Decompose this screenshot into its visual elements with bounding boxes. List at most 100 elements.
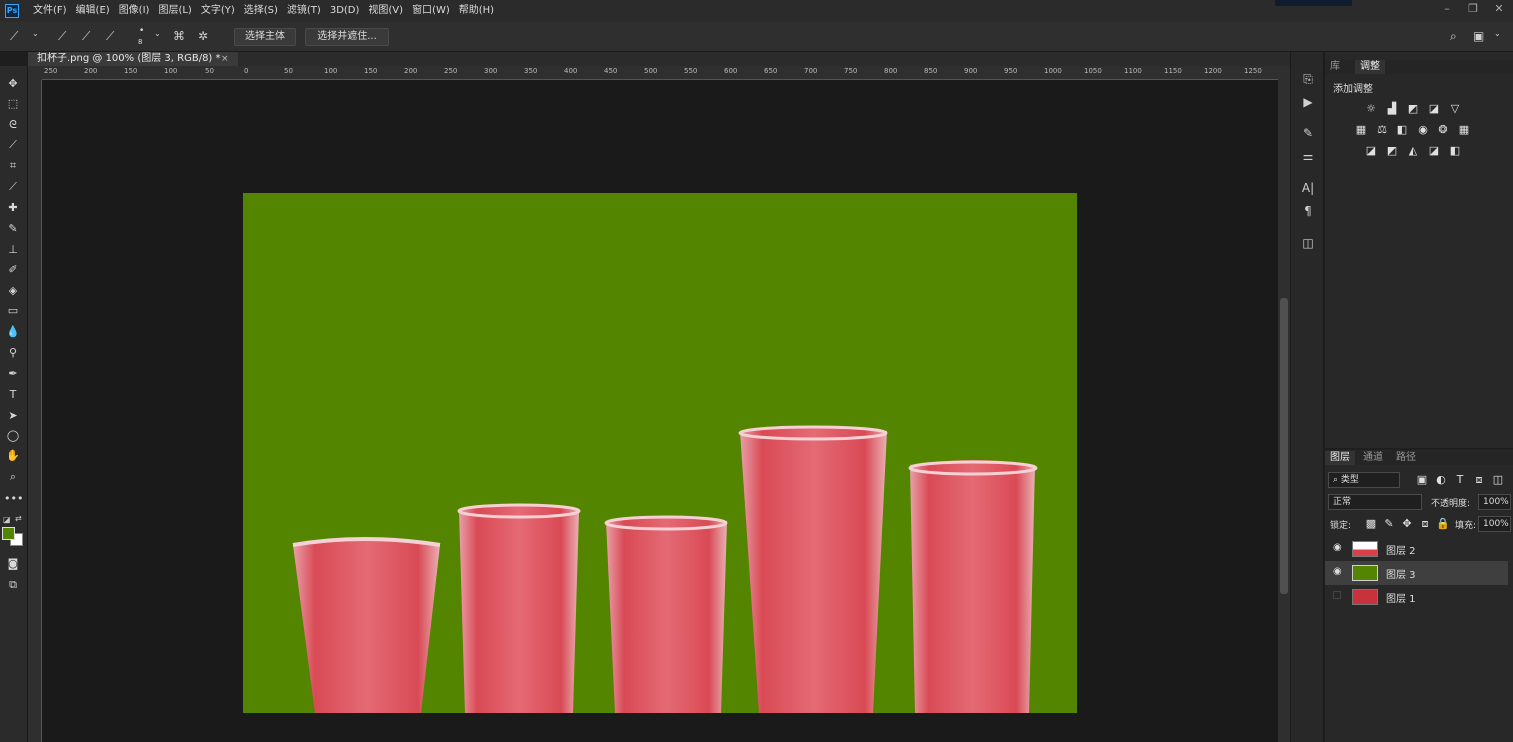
brush-chevron-icon[interactable]: ⌄ [154,29,161,38]
lock-all-icon[interactable]: 🔒 [1436,518,1450,530]
menu-type[interactable]: 文字(Y) [201,0,235,22]
menu-edit[interactable]: 编辑(E) [76,0,110,22]
new-selection-icon[interactable]: ⟋ [58,29,66,44]
filter-adjustment-icon[interactable]: ◐ [1435,474,1447,486]
character-panel-icon[interactable]: A| [1299,179,1317,197]
actions-play-icon[interactable]: ▶ [1299,93,1317,111]
more-tools-icon[interactable]: ••• [4,490,23,508]
blend-mode-select[interactable]: 正常 [1328,494,1422,510]
layer-row-selected[interactable]: ◉ 图层 3 [1325,561,1508,585]
visibility-eye-icon[interactable]: ◉ [1333,567,1343,577]
filter-shape-icon[interactable]: ⧈ [1473,474,1485,486]
curves-icon[interactable]: ◩ [1407,103,1419,115]
brush-tool-icon[interactable]: ✎ [4,220,22,238]
close-tab-icon[interactable]: × [221,52,229,66]
select-subject-button[interactable]: 选择主体 [234,28,296,46]
menu-layer[interactable]: 图层(L) [158,0,191,22]
default-colors-icon[interactable]: ◪ [3,515,11,524]
tab-paths[interactable]: 路径 [1391,451,1421,465]
brush-size[interactable]: 8 [138,38,142,46]
lock-transparent-icon[interactable]: ▩ [1365,518,1377,530]
dodge-tool-icon[interactable]: ⚲ [4,344,22,362]
blur-tool-icon[interactable]: 💧 [4,323,22,341]
pen-tool-icon[interactable]: ✒ [4,365,22,383]
lasso-tool-icon[interactable]: ᘓ [4,116,22,134]
menu-image[interactable]: 图像(I) [119,0,150,22]
close-window-icon[interactable]: ✕ [1493,2,1505,16]
threshold-icon[interactable]: ◭ [1407,145,1419,157]
layer-row[interactable]: ◉ 图层 2 [1325,537,1508,561]
exposure-icon[interactable]: ◪ [1428,103,1440,115]
filter-pixel-icon[interactable]: ▣ [1416,474,1428,486]
color-balance-icon[interactable]: ⚖ [1376,124,1388,136]
ellipse-tool-icon[interactable]: ◯ [4,427,22,445]
posterize-icon[interactable]: ◩ [1386,145,1398,157]
visibility-off-box[interactable] [1333,591,1341,599]
sample-all-layers-icon[interactable]: ⌘ [173,29,185,43]
zoom-tool-icon[interactable]: ⌕ [4,468,22,486]
document-canvas[interactable] [243,193,1077,713]
workspace-icon[interactable]: ▣ [1473,29,1484,43]
subtract-selection-icon[interactable]: ⟋ [106,29,114,44]
enhance-edge-icon[interactable]: ✲ [198,29,208,43]
adjust-sliders-icon[interactable]: ⚌ [1299,147,1317,165]
filter-type-icon[interactable]: T [1454,474,1466,486]
glyphs-panel-icon[interactable]: ◫ [1299,234,1317,252]
workspace-chevron-icon[interactable]: ⌄ [1494,29,1501,38]
invert-icon[interactable]: ◪ [1365,145,1377,157]
history-panel-icon[interactable]: ⎘ [1299,70,1317,88]
add-to-selection-icon[interactable]: ⟋ [82,29,90,44]
clone-stamp-tool-icon[interactable]: ⊥ [4,241,22,259]
tab-libraries[interactable]: 库 [1325,60,1345,74]
path-selection-tool-icon[interactable]: ➤ [4,407,22,425]
tool-preset-chevron-icon[interactable]: ⌄ [32,29,39,38]
screen-mode-icon[interactable]: ⧉ [4,576,22,594]
crop-tool-icon[interactable]: ⌗ [4,157,22,175]
search-icon[interactable]: ⌕ [1450,29,1457,44]
history-brush-tool-icon[interactable]: ✐ [4,261,22,279]
color-lookup-icon[interactable]: ▦ [1458,124,1470,136]
layer-filter-kind[interactable]: ⌕ 类型 [1328,472,1400,488]
visibility-eye-icon[interactable]: ◉ [1333,543,1343,553]
vibrance-icon[interactable]: ▽ [1449,103,1461,115]
quick-selection-tool-icon[interactable]: ⟋ [4,136,22,154]
filter-smart-object-icon[interactable]: ◫ [1492,474,1504,486]
gradient-map-icon[interactable]: ◪ [1428,145,1440,157]
photo-filter-icon[interactable]: ◉ [1417,124,1429,136]
menu-filter[interactable]: 滤镜(T) [287,0,321,22]
vertical-scrollbar[interactable] [1278,66,1290,742]
menu-help[interactable]: 帮助(H) [459,0,494,22]
document-tab[interactable]: 扣杯子.png @ 100% (图层 3, RGB/8) * [28,52,238,66]
photoshop-logo-icon[interactable]: Ps [5,4,19,18]
brush-settings-icon[interactable]: ✎ [1299,124,1317,142]
hue-saturation-icon[interactable]: ▦ [1355,124,1367,136]
type-tool-icon[interactable]: T [4,386,22,404]
select-and-mask-button[interactable]: 选择并遮住... [305,28,389,46]
lock-position-icon[interactable]: ✥ [1401,518,1413,530]
layer-row[interactable]: 图层 1 [1325,585,1508,609]
menu-view[interactable]: 视图(V) [368,0,403,22]
menu-select[interactable]: 选择(S) [244,0,278,22]
paragraph-panel-icon[interactable]: ¶ [1299,202,1317,220]
move-tool-icon[interactable]: ✥ [4,75,22,93]
selective-color-icon[interactable]: ◧ [1449,145,1461,157]
lock-pixels-icon[interactable]: ✎ [1383,518,1395,530]
foreground-color-swatch[interactable] [2,527,15,540]
channel-mixer-icon[interactable]: ❂ [1437,124,1449,136]
lock-artboard-icon[interactable]: ⧈ [1419,518,1431,530]
fill-input[interactable]: 100% [1478,516,1511,532]
eraser-tool-icon[interactable]: ◈ [4,282,22,300]
scrollbar-thumb[interactable] [1280,298,1288,594]
hand-tool-icon[interactable]: ✋ [4,447,22,465]
quick-mask-icon[interactable]: ◙ [4,555,22,573]
marquee-tool-icon[interactable]: ⬚ [4,95,22,113]
healing-brush-tool-icon[interactable]: ✚ [4,199,22,217]
menu-window[interactable]: 窗口(W) [412,0,450,22]
minimize-icon[interactable]: – [1441,2,1453,16]
tab-layers[interactable]: 图层 [1325,451,1355,465]
opacity-input[interactable]: 100% [1478,494,1511,510]
eyedropper-tool-icon[interactable]: ⟋ [4,178,22,196]
swap-colors-icon[interactable]: ⇄ [15,514,22,523]
quick-selection-tool-icon[interactable]: ⟋ [10,29,18,44]
tab-adjustments[interactable]: 调整 [1355,60,1385,74]
